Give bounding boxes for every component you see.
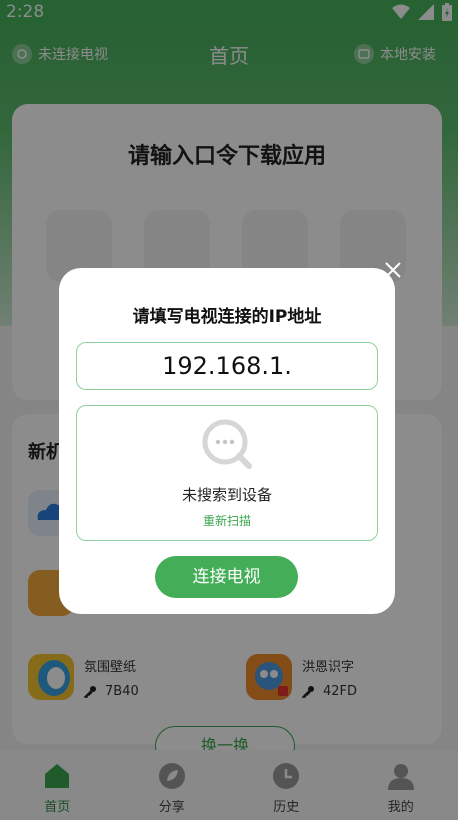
search-empty-icon	[202, 419, 252, 469]
ip-address-input[interactable]: 192.168.1.	[76, 342, 378, 390]
dialog-title: 请填写电视连接的IP地址	[132, 307, 322, 327]
connect-tv-button[interactable]: 连接电视	[155, 556, 298, 598]
rescan-link[interactable]: 重新扫描	[77, 512, 377, 529]
ip-dialog: 请填写电视连接的IP地址 192.168.1. 未搜索到设备 重新扫描 连接电视	[59, 268, 395, 614]
device-search-panel: 未搜索到设备 重新扫描	[76, 405, 378, 541]
no-device-text: 未搜索到设备	[181, 486, 272, 504]
